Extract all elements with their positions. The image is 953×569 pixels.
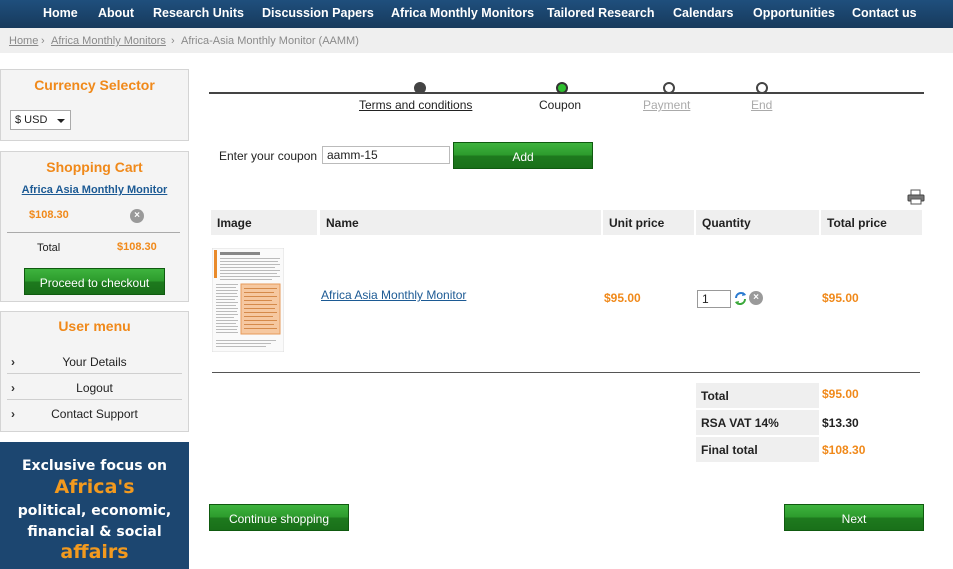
- nav-calendars[interactable]: Calendars: [673, 6, 733, 20]
- breadcrumb-separator: ›: [171, 35, 175, 47]
- coupon-label: Enter your coupon: [219, 149, 318, 163]
- step-pending-icon: [756, 82, 768, 94]
- add-coupon-button[interactable]: Add: [453, 142, 593, 169]
- breadcrumb-separator: ›: [41, 35, 45, 47]
- summary-total-label: Total: [696, 383, 819, 408]
- remove-item-icon[interactable]: ×: [749, 291, 763, 305]
- summary-final-label: Final total: [696, 437, 819, 462]
- remove-item-icon[interactable]: ×: [130, 209, 144, 223]
- user-menu-item-label: Logout: [76, 381, 113, 395]
- breadcrumb-home[interactable]: Home: [9, 35, 38, 47]
- promo-line: Exclusive focus on: [21, 458, 168, 474]
- nav-home[interactable]: Home: [43, 6, 78, 20]
- nav-tailored-research[interactable]: Tailored Research: [547, 6, 654, 20]
- step-coupon: Coupon: [539, 98, 582, 112]
- breadcrumb-section[interactable]: Africa Monthly Monitors: [51, 35, 166, 47]
- currency-select[interactable]: $ USD: [10, 110, 71, 130]
- summary-final-value: $108.30: [822, 443, 866, 457]
- column-header-total-price: Total price: [821, 210, 922, 235]
- cart-divider: [7, 232, 180, 233]
- column-header-unit-price: Unit price: [603, 210, 694, 235]
- user-menu-item-label: Your Details: [62, 355, 127, 369]
- summary-vat-value: $13.30: [822, 416, 859, 430]
- promo-line: political, economic,: [17, 503, 172, 519]
- table-divider: [212, 372, 920, 373]
- promo-highlight: Africa's: [54, 476, 135, 498]
- cart-item-link[interactable]: Africa Asia Monthly Monitor: [1, 184, 188, 196]
- shopping-cart-panel: Shopping Cart Africa Asia Monthly Monito…: [0, 151, 189, 302]
- shopping-cart-title: Shopping Cart: [46, 159, 143, 175]
- summary-vat-label: RSA VAT 14%: [696, 410, 819, 435]
- continue-shopping-button[interactable]: Continue shopping: [209, 504, 349, 531]
- step-done-icon: [414, 82, 426, 94]
- user-menu-item-your-details[interactable]: › Your Details: [7, 348, 182, 374]
- row-total-price: $95.00: [822, 291, 859, 305]
- step-terms[interactable]: Terms and conditions: [359, 98, 472, 112]
- promo-line: financial & social: [27, 524, 162, 540]
- nav-research-units[interactable]: Research Units: [153, 6, 244, 20]
- breadcrumb: Home › Africa Monthly Monitors › Africa-…: [0, 28, 953, 53]
- cart-total-value: $108.30: [117, 241, 157, 253]
- step-pending-icon: [663, 82, 675, 94]
- next-button[interactable]: Next: [784, 504, 924, 531]
- user-menu-title: User menu: [58, 318, 131, 334]
- unit-price: $95.00: [604, 291, 641, 305]
- user-menu-item-label: Contact Support: [51, 407, 138, 421]
- checkout-steps-line: [209, 92, 924, 94]
- top-nav: Home About Research Units Discussion Pap…: [0, 0, 953, 28]
- product-name-link[interactable]: Africa Asia Monthly Monitor: [321, 288, 466, 302]
- promo-banner[interactable]: Exclusive focus on Africa's political, e…: [0, 442, 189, 569]
- print-icon[interactable]: [907, 189, 925, 205]
- user-menu-item-logout[interactable]: › Logout: [7, 374, 182, 400]
- proceed-to-checkout-button[interactable]: Proceed to checkout: [24, 268, 165, 295]
- coupon-input[interactable]: aamm-15: [322, 146, 450, 164]
- column-header-image: Image: [211, 210, 317, 235]
- step-payment: Payment: [643, 98, 691, 112]
- column-header-quantity: Quantity: [696, 210, 819, 235]
- nav-discussion-papers[interactable]: Discussion Papers: [262, 6, 374, 20]
- summary-total-value: $95.00: [822, 387, 859, 401]
- chevron-down-icon: [57, 119, 65, 123]
- currency-select-value: $ USD: [15, 114, 48, 126]
- promo-highlight: affairs: [60, 541, 129, 563]
- cart-total-label: Total: [37, 242, 61, 254]
- refresh-icon[interactable]: [733, 291, 748, 306]
- product-thumbnail: [212, 248, 284, 352]
- user-menu-panel: User menu › Your Details › Logout › Cont…: [0, 311, 189, 432]
- currency-selector-title: Currency Selector: [34, 77, 155, 93]
- nav-opportunities[interactable]: Opportunities: [753, 6, 835, 20]
- column-header-name: Name: [320, 210, 601, 235]
- nav-africa-monthly-monitors[interactable]: Africa Monthly Monitors: [391, 6, 534, 20]
- quantity-input[interactable]: 1: [697, 290, 731, 308]
- step-current-icon: [556, 82, 568, 94]
- nav-contact-us[interactable]: Contact us: [852, 6, 917, 20]
- cart-item-price: $108.30: [29, 209, 69, 221]
- breadcrumb-current: Africa-Asia Monthly Monitor (AAMM): [181, 35, 359, 47]
- step-end: End: [751, 98, 773, 112]
- currency-selector-panel: Currency Selector $ USD: [0, 69, 189, 141]
- nav-about[interactable]: About: [98, 6, 134, 20]
- user-menu-item-contact-support[interactable]: › Contact Support: [7, 400, 182, 426]
